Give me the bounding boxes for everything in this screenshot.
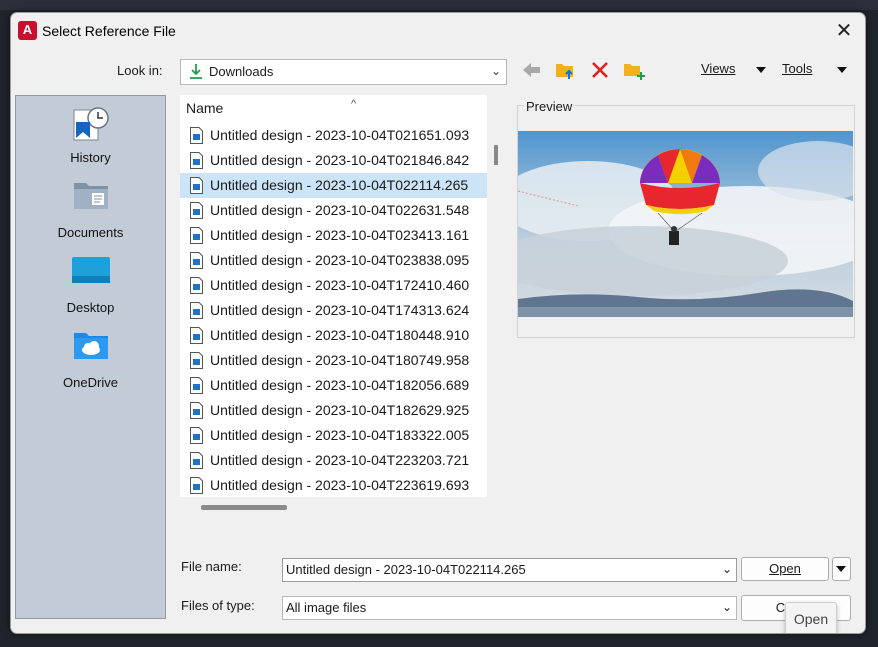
tools-dropdown-arrow[interactable] <box>837 67 847 73</box>
preview-label: Preview <box>524 99 575 114</box>
lookin-value: Downloads <box>209 64 274 79</box>
file-row[interactable]: Untitled design - 2023-10-04T022631.548 <box>180 198 487 223</box>
file-row[interactable]: Untitled design - 2023-10-04T022114.265 <box>180 173 487 198</box>
file-row[interactable]: Untitled design - 2023-10-04T023413.161 <box>180 223 487 248</box>
file-row[interactable]: Untitled design - 2023-10-04T180749.958 <box>180 348 487 373</box>
name-column-header[interactable]: Name ^ <box>186 98 356 116</box>
file-name: Untitled design - 2023-10-04T223203.721 <box>210 452 470 468</box>
file-row[interactable]: Untitled design - 2023-10-04T021846.842 <box>180 148 487 173</box>
vertical-scrollbar[interactable] <box>494 145 498 165</box>
download-icon <box>190 64 202 79</box>
chevron-down-icon[interactable]: ⌄ <box>722 562 732 576</box>
new-folder-icon[interactable] <box>622 59 646 81</box>
delete-icon[interactable] <box>589 59 611 81</box>
file-name: Untitled design - 2023-10-04T223619.693 <box>210 477 470 493</box>
chevron-down-icon: ⌄ <box>490 64 501 78</box>
files-of-type-label: Files of type: <box>181 598 255 613</box>
file-name: Untitled design - 2023-10-04T023838.095 <box>210 252 470 268</box>
file-name: Untitled design - 2023-10-04T021651.093 <box>210 127 470 143</box>
lookin-dropdown[interactable]: Downloads ⌄ <box>180 59 507 85</box>
place-desktop[interactable]: Desktop <box>16 252 165 322</box>
image-file-icon <box>190 127 203 144</box>
image-file-icon <box>190 477 203 494</box>
image-file-icon <box>190 277 203 294</box>
dropdown-arrow-icon <box>836 566 846 572</box>
file-row[interactable]: Untitled design - 2023-10-04T223619.693 <box>180 473 487 497</box>
image-file-icon <box>190 177 203 194</box>
tools-menu[interactable]: Tools <box>782 61 812 76</box>
place-label-documents: Documents <box>57 225 124 240</box>
back-arrow-icon[interactable] <box>520 59 542 81</box>
onedrive-icon <box>74 333 108 359</box>
sort-ascending-icon: ^ <box>351 98 357 110</box>
file-row[interactable]: Untitled design - 2023-10-04T172410.460 <box>180 273 487 298</box>
image-file-icon <box>190 402 203 419</box>
up-one-level-icon[interactable] <box>554 59 576 81</box>
preview-image <box>518 131 853 317</box>
image-file-icon <box>190 302 203 319</box>
place-label-desktop: Desktop <box>66 300 115 315</box>
place-label-history: History <box>70 150 111 165</box>
file-name: Untitled design - 2023-10-04T022114.265 <box>210 177 469 193</box>
file-list[interactable]: Name ^ Untitled design - 2023-10-04T0216… <box>180 95 487 497</box>
file-name: Untitled design - 2023-10-04T022631.548 <box>210 202 470 218</box>
file-name: Untitled design - 2023-10-04T174313.624 <box>210 302 470 318</box>
file-name-value: Untitled design - 2023-10-04T022114.265 <box>286 562 526 577</box>
image-file-icon <box>190 202 203 219</box>
chevron-down-icon: ⌄ <box>721 600 732 614</box>
image-file-icon <box>190 377 203 394</box>
image-file-icon <box>190 227 203 244</box>
open-options-dropdown[interactable] <box>832 557 851 581</box>
history-icon <box>73 107 109 141</box>
file-name: Untitled design - 2023-10-04T180448.910 <box>210 327 470 343</box>
close-button[interactable]: ✕ <box>831 19 857 43</box>
place-label-onedrive: OneDrive <box>63 375 118 390</box>
files-of-type-value: All image files <box>286 600 367 615</box>
open-tooltip: Open <box>785 602 837 633</box>
autocad-app-icon: A <box>18 21 37 40</box>
documents-icon <box>74 183 108 209</box>
open-button[interactable]: Open <box>741 557 829 581</box>
file-name: Untitled design - 2023-10-04T021846.842 <box>210 152 470 168</box>
file-name: Untitled design - 2023-10-04T183322.005 <box>210 427 470 443</box>
image-file-icon <box>190 352 203 369</box>
file-row[interactable]: Untitled design - 2023-10-04T021651.093 <box>180 123 487 148</box>
file-row[interactable]: Untitled design - 2023-10-04T182629.925 <box>180 398 487 423</box>
file-name: Untitled design - 2023-10-04T172410.460 <box>210 277 470 293</box>
views-menu[interactable]: Views <box>701 61 735 76</box>
place-history[interactable]: History <box>16 102 165 172</box>
image-file-icon <box>190 152 203 169</box>
file-row[interactable]: Untitled design - 2023-10-04T183322.005 <box>180 423 487 448</box>
file-name-input[interactable]: Untitled design - 2023-10-04T022114.265 … <box>282 558 737 582</box>
select-reference-file-dialog: A Select Reference File ✕ Look in: Downl… <box>10 12 866 634</box>
image-file-icon <box>190 427 203 444</box>
file-row[interactable]: Untitled design - 2023-10-04T180448.910 <box>180 323 487 348</box>
place-onedrive[interactable]: OneDrive <box>16 327 165 397</box>
file-row[interactable]: Untitled design - 2023-10-04T182056.689 <box>180 373 487 398</box>
image-file-icon <box>190 452 203 469</box>
file-rows: Untitled design - 2023-10-04T021651.093 U… <box>180 123 487 497</box>
views-dropdown-arrow[interactable] <box>756 67 766 73</box>
image-file-icon <box>190 327 203 344</box>
file-name: Untitled design - 2023-10-04T180749.958 <box>210 352 470 368</box>
desktop-icon <box>72 257 110 283</box>
file-name: Untitled design - 2023-10-04T023413.161 <box>210 227 470 243</box>
file-row[interactable]: Untitled design - 2023-10-04T023838.095 <box>180 248 487 273</box>
file-name: Untitled design - 2023-10-04T182056.689 <box>210 377 470 393</box>
files-of-type-dropdown[interactable]: All image files ⌄ <box>282 596 737 620</box>
titlebar: A Select Reference File ✕ <box>11 13 865 49</box>
horizontal-scrollbar[interactable] <box>201 505 287 510</box>
image-file-icon <box>190 252 203 269</box>
file-name: Untitled design - 2023-10-04T182629.925 <box>210 402 470 418</box>
dialog-title: Select Reference File <box>42 23 176 39</box>
places-sidebar: History Documents Desktop OneDrive <box>15 95 166 619</box>
file-name-label: File name: <box>181 559 242 574</box>
background-bar <box>0 0 878 10</box>
lookin-label: Look in: <box>117 63 163 78</box>
place-documents[interactable]: Documents <box>16 177 165 247</box>
file-row[interactable]: Untitled design - 2023-10-04T174313.624 <box>180 298 487 323</box>
file-row[interactable]: Untitled design - 2023-10-04T223203.721 <box>180 448 487 473</box>
